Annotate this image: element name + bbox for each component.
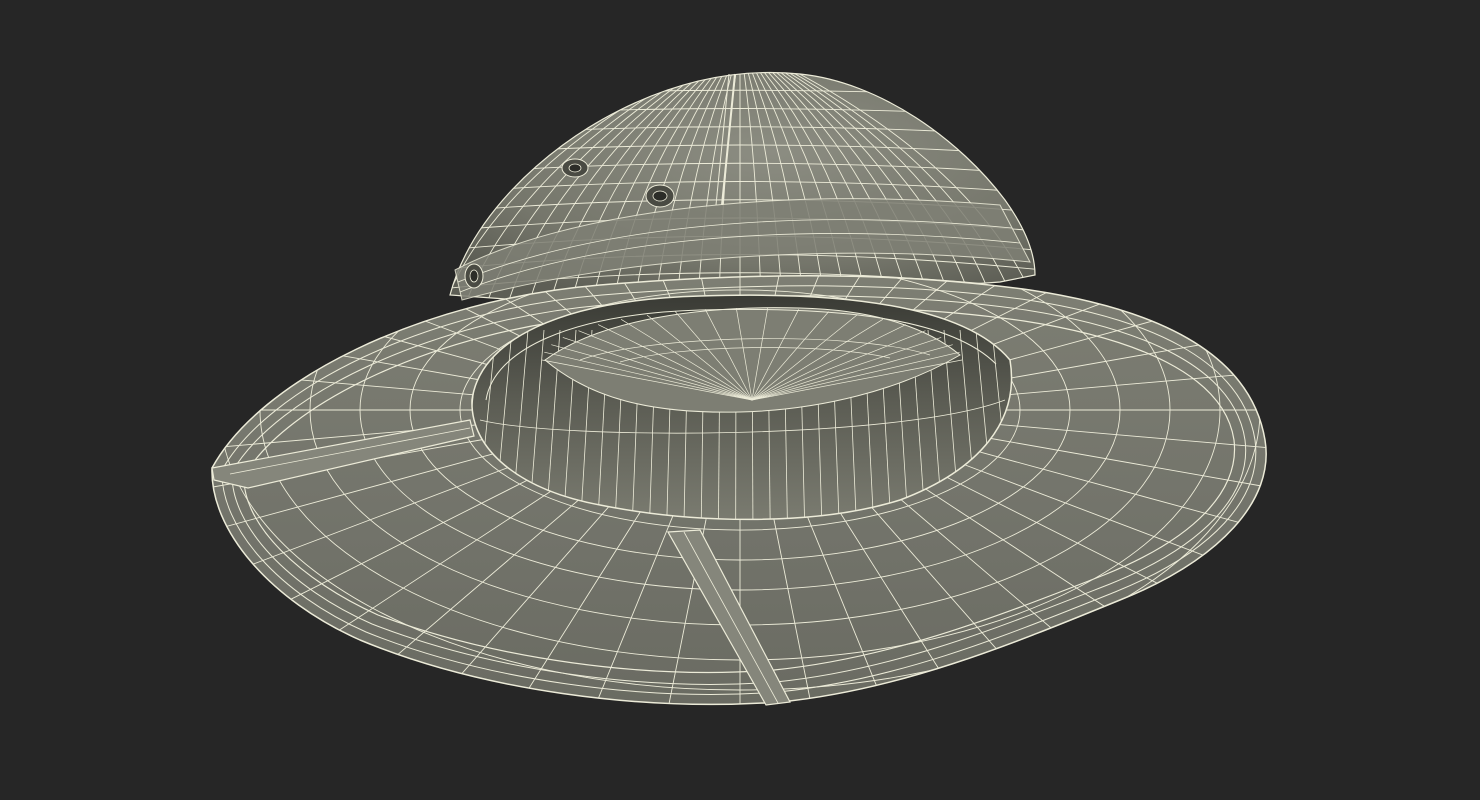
vent-grommet-icon bbox=[645, 184, 675, 208]
vent-grommet-icon bbox=[464, 263, 484, 289]
vent-grommet-icon bbox=[561, 158, 589, 178]
pith-helmet-wireframe-render bbox=[211, 71, 1267, 706]
3d-viewport[interactable] bbox=[0, 0, 1480, 800]
helmet-dome bbox=[449, 71, 1036, 301]
